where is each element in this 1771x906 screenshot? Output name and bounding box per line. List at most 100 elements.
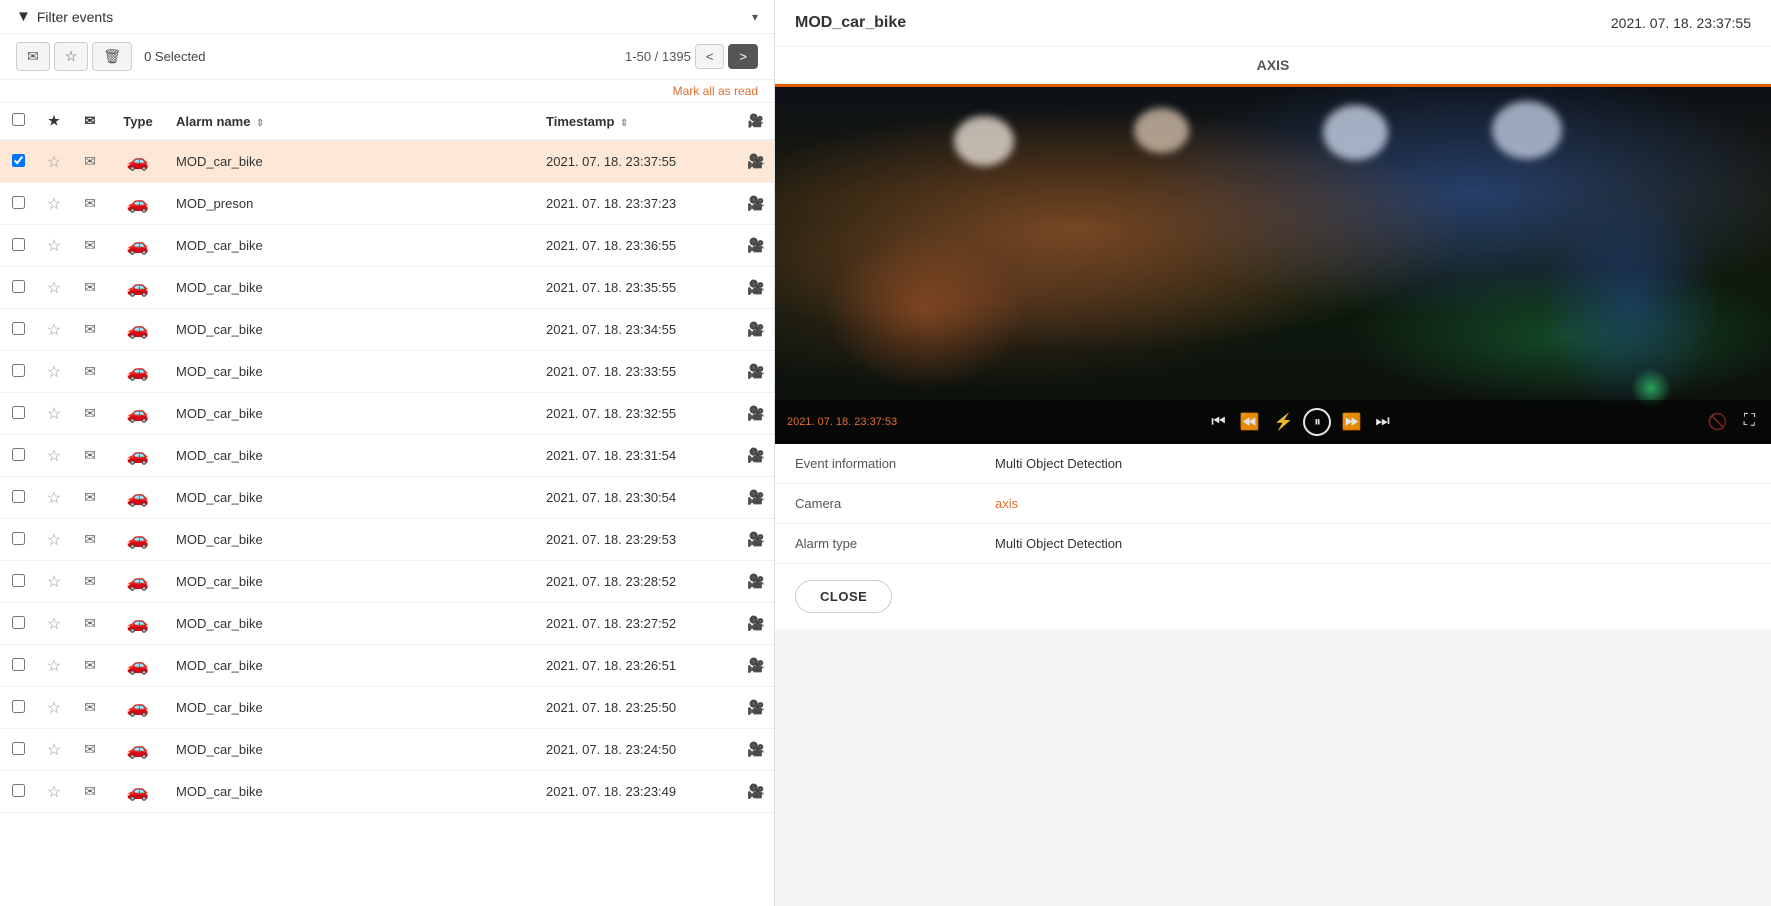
mark-all-read-link[interactable]: Mark all as read — [673, 84, 758, 98]
table-row[interactable]: ☆✉🚗MOD_car_bike2021. 07. 18. 23:33:55🎥 — [0, 351, 774, 393]
star-icon[interactable]: ☆ — [47, 280, 61, 297]
row-video-cell[interactable]: 🎥 — [738, 645, 774, 687]
video-icon[interactable]: 🎥 — [747, 321, 764, 337]
video-icon[interactable]: 🎥 — [747, 531, 764, 547]
table-row[interactable]: ☆✉🚗MOD_car_bike2021. 07. 18. 23:35:55🎥 — [0, 267, 774, 309]
row-checkbox-cell[interactable] — [0, 267, 36, 309]
video-icon[interactable]: 🎥 — [747, 447, 764, 463]
row-video-cell[interactable]: 🎥 — [738, 519, 774, 561]
row-mail-cell[interactable]: ✉ — [72, 687, 108, 729]
table-row[interactable]: ☆✉🚗MOD_car_bike2021. 07. 18. 23:24:50🎥 — [0, 729, 774, 771]
star-icon[interactable]: ☆ — [47, 406, 61, 423]
row-star-cell[interactable]: ☆ — [36, 225, 72, 267]
lightning-button[interactable]: ⚡ — [1270, 410, 1298, 434]
row-video-cell[interactable]: 🎥 — [738, 309, 774, 351]
email-button[interactable]: ✉ — [16, 42, 50, 71]
row-mail-cell[interactable]: ✉ — [72, 393, 108, 435]
row-video-cell[interactable]: 🎥 — [738, 351, 774, 393]
mail-icon[interactable]: ✉ — [84, 657, 96, 673]
video-icon[interactable]: 🎥 — [747, 153, 764, 169]
star-icon[interactable]: ☆ — [47, 364, 61, 381]
mail-icon[interactable]: ✉ — [84, 783, 96, 799]
row-video-cell[interactable]: 🎥 — [738, 393, 774, 435]
video-icon[interactable]: 🎥 — [747, 237, 764, 253]
star-icon[interactable]: ☆ — [47, 196, 61, 213]
table-row[interactable]: ☆✉🚗MOD_car_bike2021. 07. 18. 23:32:55🎥 — [0, 393, 774, 435]
row-checkbox[interactable] — [12, 532, 25, 545]
row-checkbox-cell[interactable] — [0, 687, 36, 729]
row-video-cell[interactable]: 🎥 — [738, 267, 774, 309]
video-icon[interactable]: 🎥 — [747, 615, 764, 631]
pause-button[interactable]: ⏸ — [1303, 408, 1331, 436]
alarm-name-header[interactable]: Alarm name ⇕ — [168, 103, 538, 140]
row-checkbox-cell[interactable] — [0, 771, 36, 813]
row-star-cell[interactable]: ☆ — [36, 267, 72, 309]
timestamp-header[interactable]: Timestamp ⇕ — [538, 103, 738, 140]
select-all-checkbox[interactable] — [12, 113, 25, 126]
row-star-cell[interactable]: ☆ — [36, 309, 72, 351]
row-star-cell[interactable]: ☆ — [36, 729, 72, 771]
mail-icon[interactable]: ✉ — [84, 741, 96, 757]
row-star-cell[interactable]: ☆ — [36, 561, 72, 603]
row-checkbox-cell[interactable] — [0, 225, 36, 267]
mail-icon[interactable]: ✉ — [84, 615, 96, 631]
row-checkbox[interactable] — [12, 742, 25, 755]
skip-start-button[interactable]: ⏮ — [1207, 411, 1229, 433]
row-video-cell[interactable]: 🎥 — [738, 140, 774, 183]
video-icon[interactable]: 🎥 — [747, 741, 764, 757]
star-icon[interactable]: ☆ — [47, 322, 61, 339]
row-video-cell[interactable]: 🎥 — [738, 603, 774, 645]
table-row[interactable]: ☆✉🚗MOD_car_bike2021. 07. 18. 23:36:55🎥 — [0, 225, 774, 267]
row-star-cell[interactable]: ☆ — [36, 687, 72, 729]
row-checkbox-cell[interactable] — [0, 519, 36, 561]
video-icon[interactable]: 🎥 — [747, 363, 764, 379]
row-star-cell[interactable]: ☆ — [36, 771, 72, 813]
row-checkbox[interactable] — [12, 406, 25, 419]
close-button[interactable]: CLOSE — [795, 580, 892, 613]
mail-icon[interactable]: ✉ — [84, 573, 96, 589]
video-icon[interactable]: 🎥 — [747, 489, 764, 505]
star-icon[interactable]: ☆ — [47, 658, 61, 675]
video-icon[interactable]: 🎥 — [747, 195, 764, 211]
star-icon[interactable]: ☆ — [47, 532, 61, 549]
row-video-cell[interactable]: 🎥 — [738, 729, 774, 771]
row-mail-cell[interactable]: ✉ — [72, 225, 108, 267]
row-checkbox-cell[interactable] — [0, 183, 36, 225]
video-icon[interactable]: 🎥 — [747, 279, 764, 295]
star-icon[interactable]: ☆ — [47, 490, 61, 507]
skip-end-button[interactable]: ⏭ — [1371, 411, 1393, 433]
table-row[interactable]: ☆✉🚗MOD_car_bike2021. 07. 18. 23:28:52🎥 — [0, 561, 774, 603]
chevron-down-icon[interactable]: ▾ — [752, 10, 758, 24]
table-row[interactable]: ☆✉🚗MOD_preson2021. 07. 18. 23:37:23🎥 — [0, 183, 774, 225]
table-row[interactable]: ☆✉🚗MOD_car_bike2021. 07. 18. 23:25:50🎥 — [0, 687, 774, 729]
mail-icon[interactable]: ✉ — [84, 237, 96, 253]
row-checkbox[interactable] — [12, 574, 25, 587]
row-star-cell[interactable]: ☆ — [36, 519, 72, 561]
row-checkbox-cell[interactable] — [0, 477, 36, 519]
row-checkbox-cell[interactable] — [0, 393, 36, 435]
video-icon[interactable]: 🎥 — [747, 657, 764, 673]
row-checkbox[interactable] — [12, 154, 25, 167]
mail-icon[interactable]: ✉ — [84, 153, 96, 169]
mail-icon[interactable]: ✉ — [84, 447, 96, 463]
row-mail-cell[interactable]: ✉ — [72, 519, 108, 561]
row-star-cell[interactable]: ☆ — [36, 477, 72, 519]
mail-icon[interactable]: ✉ — [84, 699, 96, 715]
row-checkbox-cell[interactable] — [0, 351, 36, 393]
row-mail-cell[interactable]: ✉ — [72, 309, 108, 351]
row-checkbox[interactable] — [12, 616, 25, 629]
fullscreen-button[interactable]: ⛶ — [1740, 410, 1759, 434]
star-icon[interactable]: ☆ — [47, 784, 61, 801]
mail-icon[interactable]: ✉ — [84, 405, 96, 421]
table-row[interactable]: ☆✉🚗MOD_car_bike2021. 07. 18. 23:27:52🎥 — [0, 603, 774, 645]
row-mail-cell[interactable]: ✉ — [72, 435, 108, 477]
camera-info-value[interactable]: axis — [995, 496, 1018, 511]
row-checkbox-cell[interactable] — [0, 435, 36, 477]
row-checkbox-cell[interactable] — [0, 561, 36, 603]
row-star-cell[interactable]: ☆ — [36, 140, 72, 183]
table-row[interactable]: ☆✉🚗MOD_car_bike2021. 07. 18. 23:30:54🎥 — [0, 477, 774, 519]
mail-icon[interactable]: ✉ — [84, 279, 96, 295]
row-checkbox[interactable] — [12, 700, 25, 713]
row-mail-cell[interactable]: ✉ — [72, 561, 108, 603]
table-row[interactable]: ☆✉🚗MOD_car_bike2021. 07. 18. 23:26:51🎥 — [0, 645, 774, 687]
